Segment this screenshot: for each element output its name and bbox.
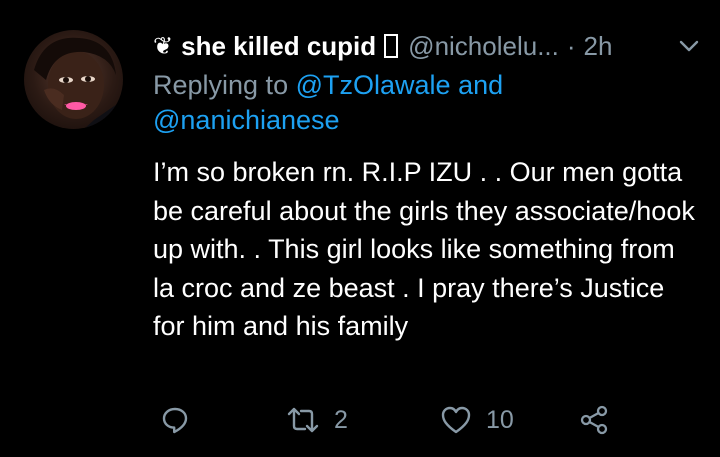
mention-tzolawale[interactable]: @TzOlawale [296, 70, 451, 100]
tweet-text: I’m so broken rn. R.I.P IZU . . Our men … [153, 157, 695, 341]
chevron-down-icon[interactable] [676, 33, 702, 59]
avatar[interactable] [24, 30, 123, 129]
flower-icon: ❦ [153, 32, 174, 60]
separator-dot: · [566, 30, 576, 61]
replying-and: and [458, 70, 504, 100]
replying-to-label: Replying to [153, 70, 289, 100]
retweet-icon [287, 407, 319, 433]
tweet-header: ❦ she killed cupid @nicholelu... · 2h [153, 26, 702, 66]
like-count: 10 [486, 405, 514, 434]
retweet-count: 2 [334, 405, 348, 434]
share-icon [580, 405, 608, 435]
reply-button[interactable] [160, 398, 190, 442]
timestamp[interactable]: 2h [584, 31, 613, 62]
heart-icon [441, 406, 471, 434]
reply-icon [162, 407, 188, 434]
missing-emoji-icon [384, 34, 399, 58]
share-button[interactable] [578, 398, 610, 442]
action-bar: 2 10 [150, 398, 620, 442]
mention-nanichianese[interactable]: @nanichianese [153, 105, 340, 135]
retweet-button[interactable]: 2 [286, 398, 348, 442]
user-handle[interactable]: @nicholelu... [408, 31, 559, 62]
display-name[interactable]: she killed cupid [181, 31, 376, 62]
replying-to: Replying to @TzOlawale and @nanichianese [153, 68, 693, 138]
like-button[interactable]: 10 [440, 398, 514, 442]
